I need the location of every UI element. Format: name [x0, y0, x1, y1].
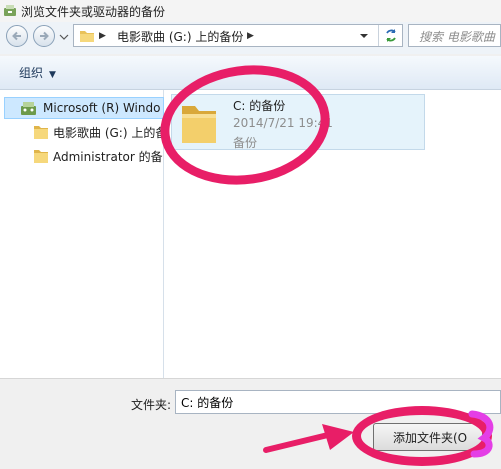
tree-item-g-backup[interactable]: 电影歌曲 (G:) 上的备: [53, 124, 167, 141]
organize-label: 组织: [19, 66, 44, 80]
refresh-icon[interactable]: [378, 25, 403, 46]
folder-icon: [80, 31, 94, 42]
address-dropdown-icon[interactable]: [356, 27, 372, 45]
chevron-down-icon: ▼: [49, 70, 56, 80]
organize-menu-button[interactable]: 组织 ▼: [19, 64, 56, 81]
back-arrow-icon: [12, 31, 21, 41]
forward-button[interactable]: [33, 25, 55, 47]
tree-item-admin-backup[interactable]: Administrator 的备: [53, 148, 163, 165]
window-title: 浏览文件夹或驱动器的备份: [21, 5, 166, 19]
recent-pages-button[interactable]: [59, 33, 69, 41]
scribble-annotation: [468, 410, 494, 458]
forward-arrow-icon: [40, 31, 49, 41]
folder-icon: [34, 126, 48, 139]
folder-icon: [34, 150, 48, 163]
backup-app-icon: [4, 5, 16, 16]
breadcrumb-separator[interactable]: ▶: [99, 31, 106, 41]
breadcrumb-current[interactable]: 电影歌曲 (G:) 上的备份: [117, 28, 243, 45]
pointer-arrow-annotation: [263, 424, 354, 453]
breadcrumb-separator[interactable]: ▶: [247, 31, 254, 41]
search-placeholder: 搜索 电影歌曲: [419, 30, 495, 44]
windows-backup-icon: [21, 102, 36, 115]
tree-item-root-label: Microsoft (R) Windo: [43, 101, 161, 115]
back-button[interactable]: [6, 25, 28, 47]
folder-field-label: 文件夹:: [131, 398, 172, 412]
